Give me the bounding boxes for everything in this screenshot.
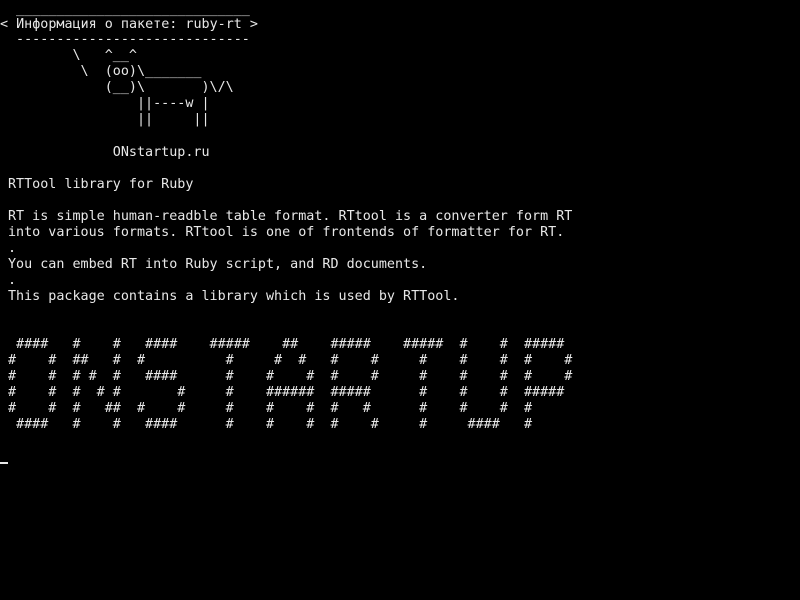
banner-line-1: #### # # #### ##### ## ##### ##### # # #… — [8, 337, 565, 352]
site-name: ONstartup.ru — [8, 145, 210, 160]
package-description-line-1: RT is simple human-readble table format.… — [8, 209, 573, 224]
package-description-dot-2: . — [8, 273, 17, 288]
banner-line-5: # # # ## # # # # # # # # # # # — [8, 401, 533, 416]
text-cursor — [0, 462, 8, 464]
package-description-line-2: into various formats. RTtool is one of f… — [8, 225, 565, 240]
package-description-line-4: This package contains a library which is… — [8, 289, 460, 304]
banner-line-3: # # # # # #### # # # # # # # # # # — [8, 369, 573, 384]
cowsay-bubble-bottom: ----------------------------- — [8, 32, 250, 47]
banner-line-2: # # ## # # # # # # # # # # # # — [8, 353, 573, 368]
cowsay-cow-line-1: \ ^__^ — [8, 48, 137, 63]
cowsay-cow-line-3: (__)\ )\/\ — [8, 80, 234, 95]
package-summary: RTTool library for Ruby — [8, 177, 194, 192]
package-description-dot-1: . — [8, 241, 17, 256]
cowsay-cow-line-5: || || — [8, 112, 210, 127]
cowsay-bubble-text: < Информация о пакете: ruby-rt > — [0, 17, 258, 32]
package-description-line-3: You can embed RT into Ruby script, and R… — [8, 257, 428, 272]
terminal-screen[interactable]: _____________________________ < Информац… — [0, 0, 800, 600]
cowsay-cow-line-2: \ (oo)\_______ — [8, 64, 202, 79]
banner-line-6: #### # # #### # # # # # # #### # — [8, 417, 533, 432]
cowsay-bubble-top: _____________________________ — [8, 2, 250, 17]
cowsay-cow-line-4: ||----w | — [8, 96, 210, 111]
banner-line-4: # # # # # # # ###### ##### # # # ##### — [8, 385, 565, 400]
